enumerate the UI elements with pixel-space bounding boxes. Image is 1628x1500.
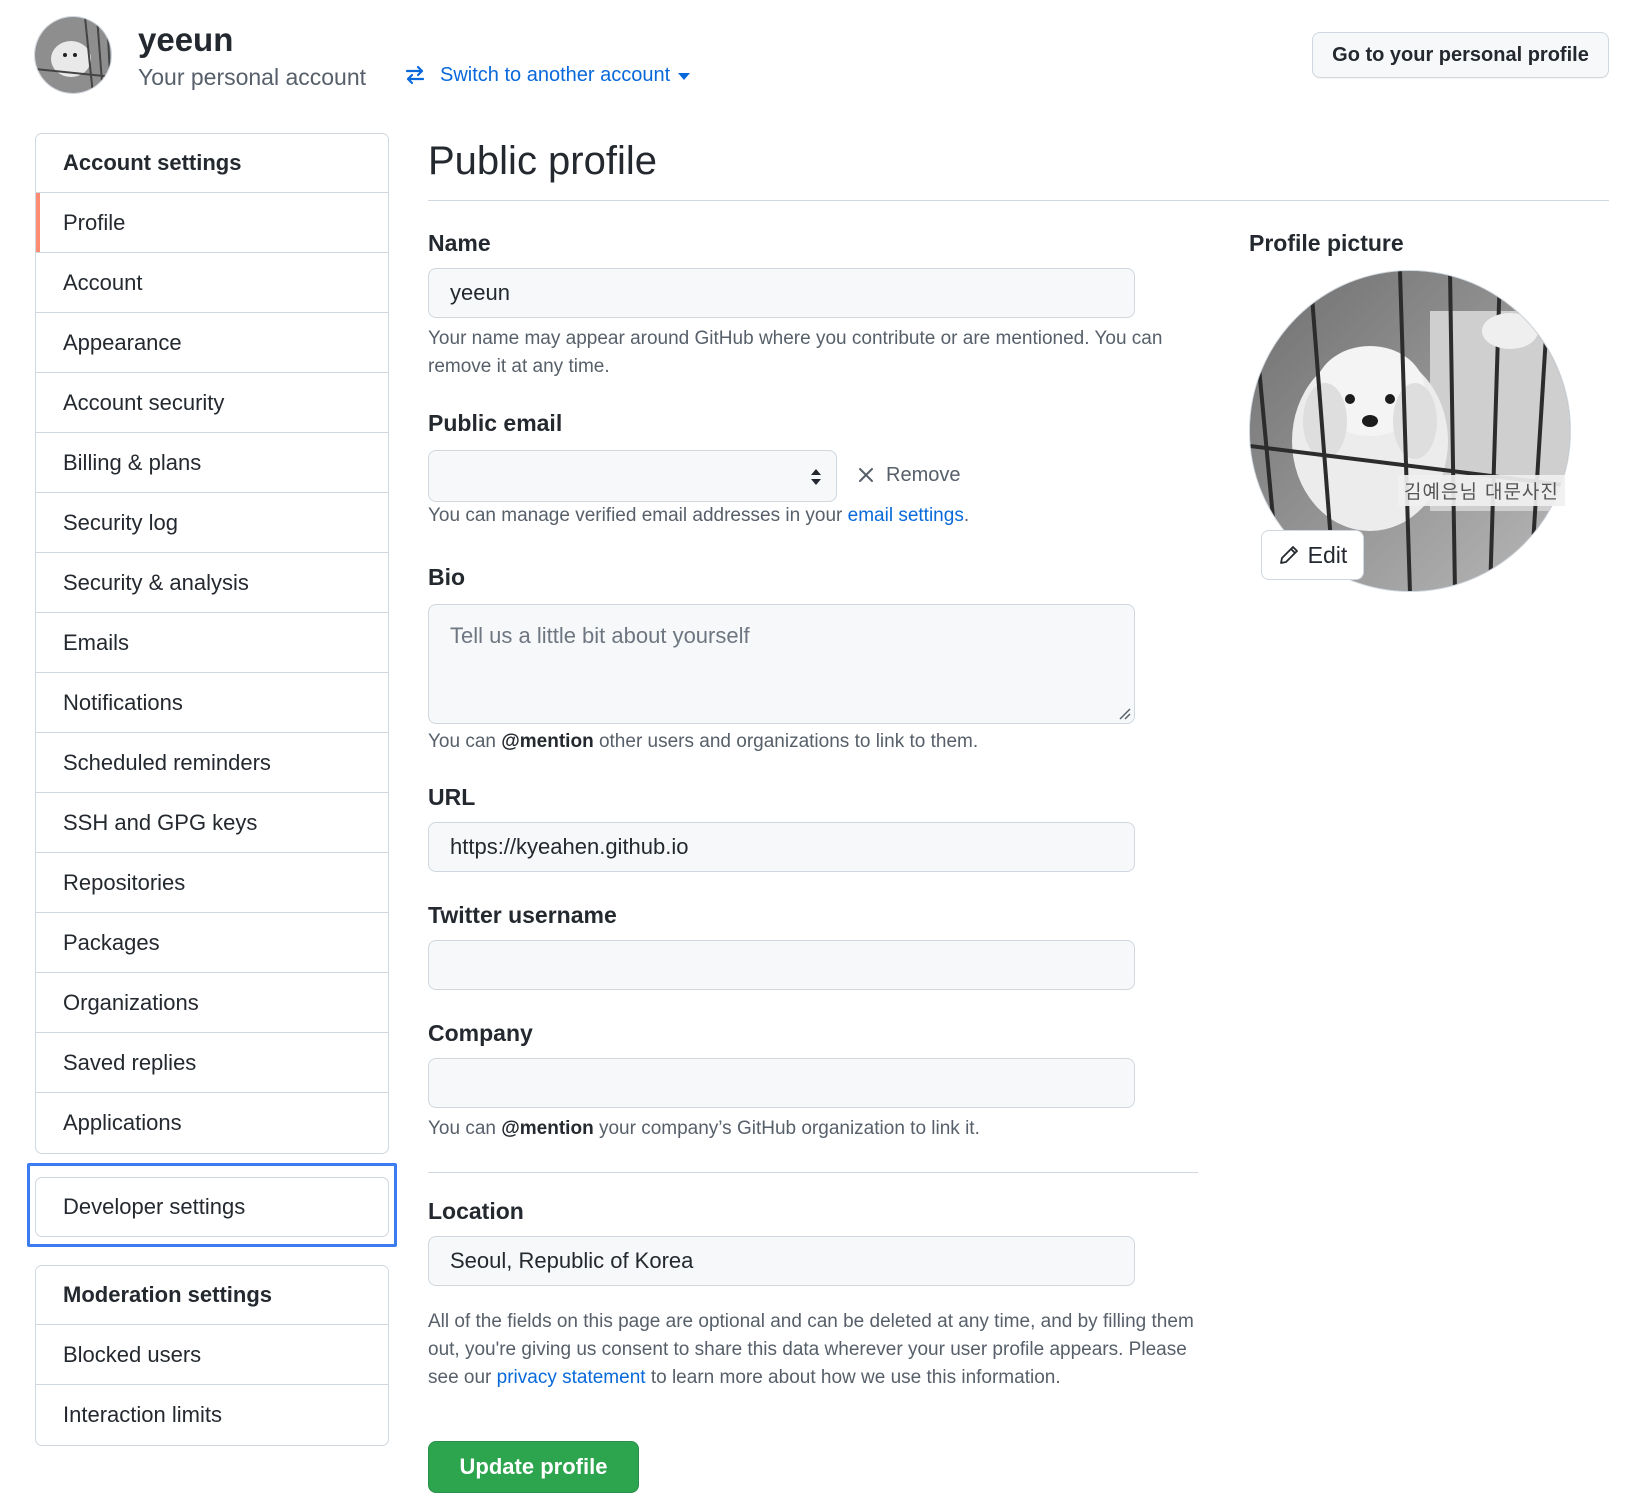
consent-suffix: to learn more about how we use this info… bbox=[645, 1367, 1061, 1388]
twitter-input[interactable] bbox=[428, 940, 1135, 990]
remove-email-label: Remove bbox=[886, 464, 961, 486]
sidebar-item-interaction-limits[interactable]: Interaction limits bbox=[36, 1385, 388, 1445]
sidebar-item-saved-replies[interactable]: Saved replies bbox=[36, 1033, 388, 1093]
profile-picture-caption: 김예은님 대문사진 bbox=[1398, 475, 1565, 506]
sidebar-item-developer-settings[interactable]: Developer settings bbox=[36, 1178, 388, 1236]
bio-note: You can @mention other users and organiz… bbox=[428, 728, 1198, 756]
public-email-label: Public email bbox=[428, 410, 563, 436]
email-settings-link[interactable]: email settings bbox=[848, 505, 964, 526]
moderation-settings-heading: Moderation settings bbox=[36, 1266, 388, 1325]
public-email-note-suffix: . bbox=[963, 505, 970, 526]
developer-settings-menu: Developer settings bbox=[35, 1177, 389, 1237]
company-note-mention: @mention bbox=[501, 1118, 594, 1139]
location-input-value: Seoul, Republic of Korea bbox=[450, 1248, 694, 1273]
account-settings-heading: Account settings bbox=[36, 134, 388, 193]
url-input[interactable]: https://kyeahen.github.io bbox=[428, 822, 1135, 872]
personal-profile-button[interactable]: Go to your personal profile bbox=[1312, 32, 1609, 78]
sidebar-item-applications[interactable]: Applications bbox=[36, 1093, 388, 1153]
bio-note-prefix: You can bbox=[428, 731, 502, 752]
location-input[interactable]: Seoul, Republic of Korea bbox=[428, 1236, 1135, 1286]
resize-grip-icon[interactable] bbox=[1117, 706, 1131, 720]
public-email-note-prefix: You can manage verified email addresses … bbox=[428, 505, 848, 526]
sidebar-item-billing[interactable]: Billing & plans bbox=[36, 433, 388, 493]
sidebar-item-account[interactable]: Account bbox=[36, 253, 388, 313]
twitter-label: Twitter username bbox=[428, 902, 617, 928]
account-username: yeeun bbox=[138, 21, 234, 58]
section-divider bbox=[428, 1172, 1198, 1173]
edit-label: Edit bbox=[1307, 541, 1348, 568]
company-input[interactable] bbox=[428, 1058, 1135, 1108]
moderation-settings-menu: Moderation settings Blocked users Intera… bbox=[35, 1265, 389, 1446]
url-label: URL bbox=[428, 784, 476, 810]
title-divider bbox=[428, 200, 1609, 201]
bio-note-mention: @mention bbox=[501, 731, 594, 752]
sidebar-item-profile[interactable]: Profile bbox=[36, 193, 388, 253]
caret-down-icon bbox=[678, 72, 691, 80]
location-label: Location bbox=[428, 1198, 524, 1224]
sidebar-item-ssh-gpg-keys[interactable]: SSH and GPG keys bbox=[36, 793, 388, 853]
sidebar-item-blocked-users[interactable]: Blocked users bbox=[36, 1325, 388, 1385]
name-label: Name bbox=[428, 230, 491, 256]
select-arrows-icon bbox=[811, 469, 821, 485]
sidebar-item-organizations[interactable]: Organizations bbox=[36, 973, 388, 1033]
sidebar-item-account-security[interactable]: Account security bbox=[36, 373, 388, 433]
pencil-icon bbox=[1279, 546, 1298, 564]
consent-note: All of the fields on this page are optio… bbox=[428, 1308, 1198, 1392]
name-input-value: yeeun bbox=[450, 280, 510, 305]
profile-picture-label: Profile picture bbox=[1249, 230, 1404, 256]
bio-textarea[interactable]: Tell us a little bit about yourself bbox=[428, 604, 1135, 724]
x-icon bbox=[859, 468, 873, 482]
sidebar-item-packages[interactable]: Packages bbox=[36, 913, 388, 973]
switch-account-link[interactable]: Switch to another account bbox=[404, 60, 691, 90]
sidebar-item-appearance[interactable]: Appearance bbox=[36, 313, 388, 373]
account-subtitle: Your personal account bbox=[138, 64, 367, 90]
name-input[interactable]: yeeun bbox=[428, 268, 1135, 318]
public-email-select[interactable] bbox=[428, 450, 837, 502]
sidebar-item-notifications[interactable]: Notifications bbox=[36, 673, 388, 733]
company-label: Company bbox=[428, 1020, 533, 1046]
company-note-suffix: your company’s GitHub organization to li… bbox=[593, 1118, 980, 1139]
bio-placeholder: Tell us a little bit about yourself bbox=[450, 623, 750, 648]
url-input-value: https://kyeahen.github.io bbox=[450, 834, 689, 859]
company-note-prefix: You can bbox=[428, 1118, 502, 1139]
account-avatar bbox=[34, 16, 112, 94]
switch-account-label: Switch to another account bbox=[440, 64, 671, 86]
privacy-statement-link[interactable]: privacy statement bbox=[497, 1367, 646, 1388]
company-note: You can @mention your company’s GitHub o… bbox=[428, 1115, 1198, 1143]
bio-note-suffix: other users and organizations to link to… bbox=[593, 731, 979, 752]
edit-profile-picture-button[interactable]: Edit bbox=[1261, 530, 1364, 580]
sidebar-item-repositories[interactable]: Repositories bbox=[36, 853, 388, 913]
update-profile-button[interactable]: Update profile bbox=[428, 1441, 639, 1493]
sidebar-item-security-analysis[interactable]: Security & analysis bbox=[36, 553, 388, 613]
arrow-switch-icon bbox=[405, 65, 425, 85]
sidebar-item-scheduled-reminders[interactable]: Scheduled reminders bbox=[36, 733, 388, 793]
account-settings-menu: Account settings Profile Account Appeara… bbox=[35, 133, 389, 1154]
sidebar-item-emails[interactable]: Emails bbox=[36, 613, 388, 673]
page-title: Public profile bbox=[428, 139, 658, 183]
bio-label: Bio bbox=[428, 564, 466, 590]
remove-email-button[interactable]: Remove bbox=[858, 460, 960, 490]
sidebar-item-security-log[interactable]: Security log bbox=[36, 493, 388, 553]
name-note: Your name may appear around GitHub where… bbox=[428, 328, 1163, 377]
public-email-note: You can manage verified email addresses … bbox=[428, 502, 1198, 530]
